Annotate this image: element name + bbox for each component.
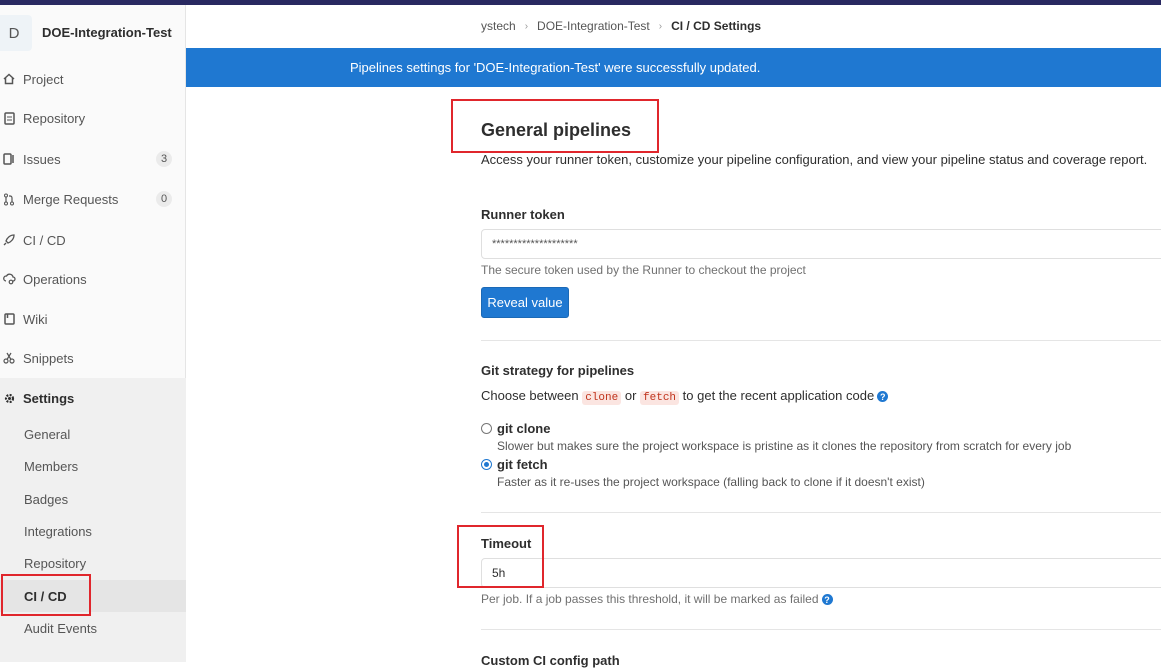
settings-sub-ci-cd[interactable]: CI / CD xyxy=(0,580,186,612)
sub-item-label: Integrations xyxy=(24,523,92,539)
flash-text: Pipelines settings for 'DOE-Integration-… xyxy=(350,60,761,75)
sidebar-item-label: Project xyxy=(23,71,64,87)
sidebar-item-wiki[interactable]: Wiki xyxy=(0,301,186,337)
reveal-value-button[interactable]: Reveal value xyxy=(481,287,569,318)
git-fetch-option[interactable]: git fetch xyxy=(481,457,548,472)
git-fetch-help: Faster as it re-uses the project workspa… xyxy=(497,475,925,489)
clone-code: clone xyxy=(582,391,622,405)
breadcrumb: ystech › DOE-Integration-Test › CI / CD … xyxy=(481,19,761,33)
git-clone-option[interactable]: git clone xyxy=(481,421,550,436)
issues-icon xyxy=(2,152,16,166)
sub-item-label: Badges xyxy=(24,491,69,507)
runner-token-field[interactable]: ******************** xyxy=(481,229,1161,259)
settings-sub-members[interactable]: Members xyxy=(0,450,186,482)
sub-item-label: Members xyxy=(24,458,79,474)
sidebar-item-label: Operations xyxy=(23,271,87,287)
timeout-label: Timeout xyxy=(481,536,532,551)
settings-section: Settings General Members Badges Integrat… xyxy=(0,378,186,662)
project-avatar[interactable]: D xyxy=(0,15,32,51)
breadcrumb-group[interactable]: ystech xyxy=(481,19,516,33)
git-fetch-radio[interactable] xyxy=(481,459,492,470)
sidebar-item-label: Issues xyxy=(23,151,61,167)
settings-sub-repository[interactable]: Repository xyxy=(0,547,186,579)
cloud-gear-icon xyxy=(2,272,16,286)
divider xyxy=(481,629,1161,630)
section-title: General pipelines xyxy=(481,120,632,140)
project-name[interactable]: DOE-Integration-Test xyxy=(42,25,172,40)
divider xyxy=(481,340,1161,341)
fetch-code: fetch xyxy=(640,391,680,405)
breadcrumb-project[interactable]: DOE-Integration-Test xyxy=(537,19,650,33)
sidebar-item-issues[interactable]: Issues 3 xyxy=(0,141,186,177)
sidebar-item-label: Wiki xyxy=(23,311,48,327)
sub-item-label: Audit Events xyxy=(24,620,97,636)
timeout-help: Per job. If a job passes this threshold,… xyxy=(481,592,833,606)
home-icon xyxy=(2,72,16,86)
sidebar-item-settings[interactable]: Settings xyxy=(0,380,186,416)
section-description: Access your runner token, customize your… xyxy=(481,152,1148,167)
sidebar-item-snippets[interactable]: Snippets xyxy=(0,340,186,376)
doc-icon xyxy=(2,111,16,125)
intro-text: to get the recent application code xyxy=(682,388,875,403)
or-text: or xyxy=(624,388,637,403)
runner-token-value: ******************** xyxy=(492,238,578,250)
sidebar-item-project[interactable]: Project xyxy=(0,61,186,97)
sidebar-item-operations[interactable]: Operations xyxy=(0,261,186,297)
timeout-field[interactable]: 5h xyxy=(481,558,1161,588)
merge-requests-count-badge: 0 xyxy=(156,191,172,207)
rocket-icon xyxy=(2,233,16,247)
git-clone-radio[interactable] xyxy=(481,423,492,434)
sidebar-item-label: CI / CD xyxy=(23,232,66,248)
settings-sub-audit-events[interactable]: Audit Events xyxy=(0,612,186,644)
chevron-right-icon: › xyxy=(524,20,529,32)
settings-sub-badges[interactable]: Badges xyxy=(0,483,186,515)
timeout-value: 5h xyxy=(492,566,506,580)
scissors-icon xyxy=(2,351,16,365)
sidebar-item-label: Repository xyxy=(23,110,86,126)
settings-sub-general[interactable]: General xyxy=(0,418,186,450)
sub-item-label: General xyxy=(24,426,71,442)
chevron-right-icon: › xyxy=(658,20,663,32)
issues-count-badge: 3 xyxy=(156,151,172,167)
timeout-help-text: Per job. If a job passes this threshold,… xyxy=(481,592,819,606)
sidebar-item-label: Snippets xyxy=(23,350,74,366)
git-clone-help: Slower but makes sure the project worksp… xyxy=(497,439,1072,453)
sidebar-item-merge-requests[interactable]: Merge Requests 0 xyxy=(0,181,186,217)
sidebar-item-repository[interactable]: Repository xyxy=(0,100,186,136)
flash-notice: Pipelines settings for 'DOE-Integration-… xyxy=(186,48,1161,87)
breadcrumb-current[interactable]: CI / CD Settings xyxy=(671,19,761,33)
sidebar-item-label: Settings xyxy=(23,390,75,406)
sub-item-label: Repository xyxy=(24,555,87,571)
sub-item-label: CI / CD xyxy=(24,588,67,604)
divider xyxy=(481,512,1161,513)
runner-token-label: Runner token xyxy=(481,207,565,222)
merge-icon xyxy=(2,192,16,206)
git-strategy-label: Git strategy for pipelines xyxy=(481,363,635,378)
sidebar-item-label: Merge Requests xyxy=(23,191,119,207)
git-clone-label[interactable]: git clone xyxy=(497,421,550,436)
git-strategy-intro: Choose between clone or fetch to get the… xyxy=(481,388,889,405)
gear-icon xyxy=(2,391,16,405)
sidebar: D DOE-Integration-Test Project Repositor… xyxy=(0,5,186,662)
intro-text: Choose between xyxy=(481,388,579,403)
settings-sub-integrations[interactable]: Integrations xyxy=(0,515,186,547)
git-fetch-label[interactable]: git fetch xyxy=(497,457,548,472)
runner-token-help: The secure token used by the Runner to c… xyxy=(481,263,806,277)
question-icon[interactable]: ? xyxy=(821,594,833,606)
question-icon[interactable]: ? xyxy=(877,391,889,403)
book-icon xyxy=(2,312,16,326)
sidebar-item-ci-cd[interactable]: CI / CD xyxy=(0,222,186,258)
custom-ci-label: Custom CI config path xyxy=(481,653,620,668)
